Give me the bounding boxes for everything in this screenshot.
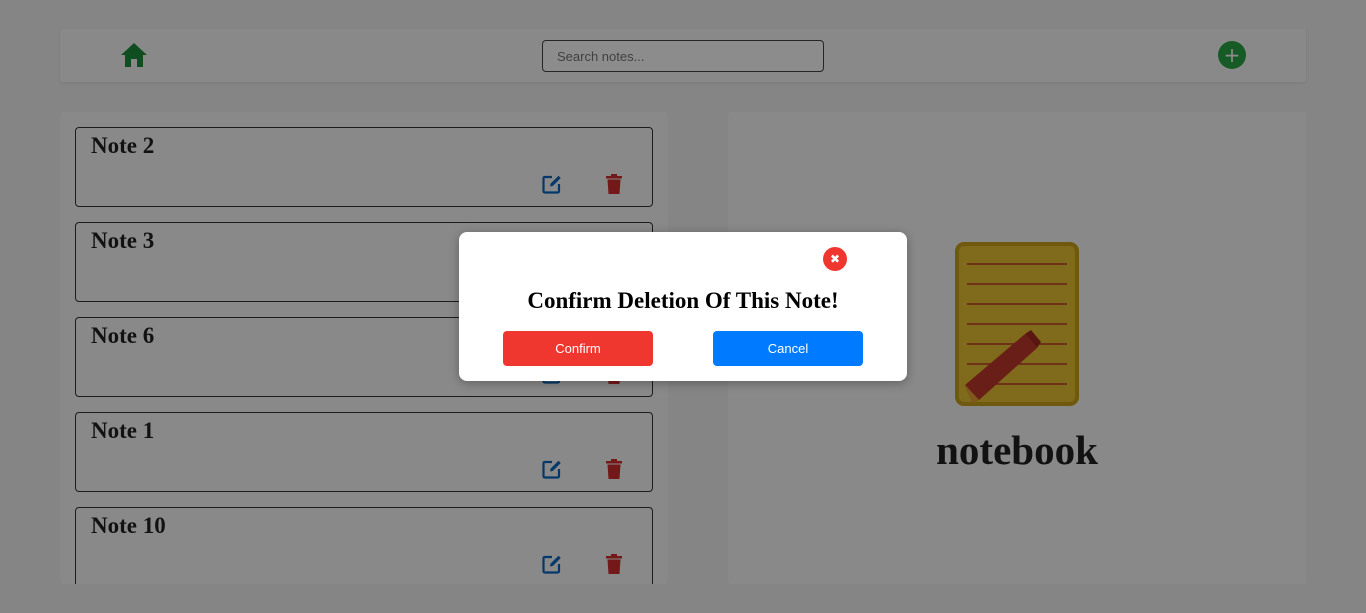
dialog-title: Confirm Deletion Of This Note! bbox=[527, 288, 839, 313]
confirm-delete-dialog: ✖ Confirm Deletion Of This Note! Confirm… bbox=[459, 232, 907, 381]
cancel-button[interactable]: Cancel bbox=[713, 331, 863, 366]
close-icon[interactable]: ✖ bbox=[823, 247, 847, 271]
confirm-button[interactable]: Confirm bbox=[503, 331, 653, 366]
